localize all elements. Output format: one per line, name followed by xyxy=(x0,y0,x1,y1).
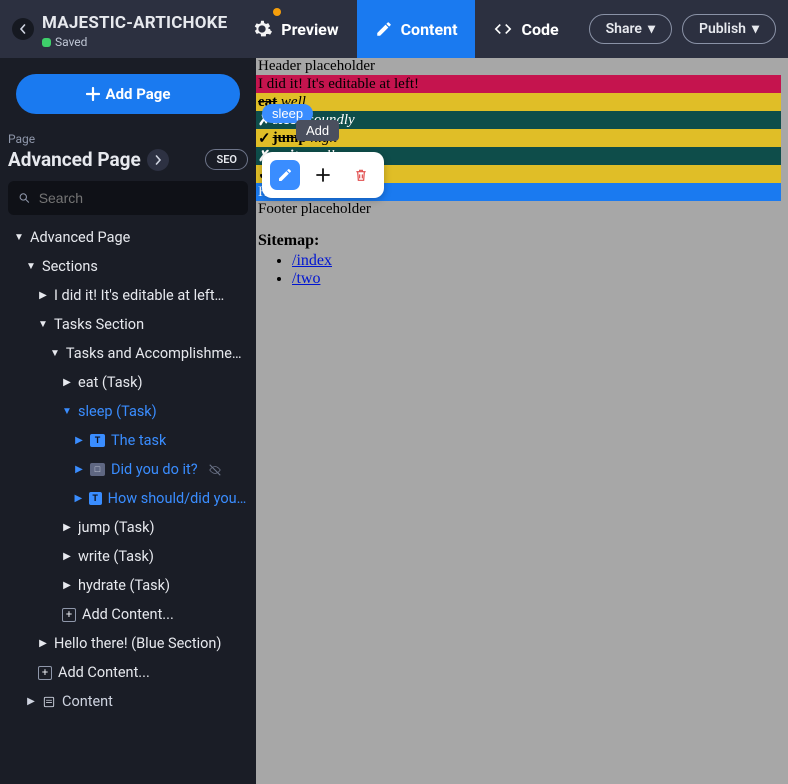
tree-node-sections[interactable]: ▼Sections xyxy=(0,252,256,281)
tree-node-eat[interactable]: ▶eat (Task) xyxy=(0,368,256,397)
project-info: MAJESTIC-ARTICHOKE Saved xyxy=(42,0,227,58)
page-title: Advanced Page xyxy=(8,148,141,171)
tree-node-how-should[interactable]: ▶THow should/did you do … xyxy=(0,484,256,513)
tree-add-content-inner[interactable]: +Add Content... xyxy=(0,600,256,629)
tree-node-didit[interactable]: ▶I did it! It's editable at left… xyxy=(0,281,256,310)
search-input[interactable] xyxy=(39,190,238,206)
tree-node-hello[interactable]: ▶Hello there! (Blue Section) xyxy=(0,629,256,658)
toolbar-delete-button[interactable] xyxy=(346,160,376,190)
share-button[interactable]: Share ▾ xyxy=(589,14,672,44)
tab-preview-label: Preview xyxy=(281,20,338,39)
chevron-right-icon xyxy=(153,155,163,165)
tab-content[interactable]: Content xyxy=(357,0,476,58)
tree-node-sleep[interactable]: ▼sleep (Task) xyxy=(0,397,256,426)
publish-label: Publish xyxy=(699,21,746,37)
canvas[interactable]: Header placeholder I did it! It's editab… xyxy=(256,58,788,784)
tree-node-tasks-acc[interactable]: ▼Tasks and Accomplishments xyxy=(0,339,256,368)
chevron-down-icon: ▾ xyxy=(752,21,759,37)
floating-toolbar xyxy=(262,152,384,198)
page-switcher[interactable] xyxy=(147,149,169,171)
chevron-down-icon: ▾ xyxy=(648,21,655,37)
tab-content-label: Content xyxy=(401,20,458,39)
page-section-label: Page xyxy=(8,132,256,146)
tab-preview[interactable]: Preview xyxy=(233,0,356,58)
text-field-icon: T xyxy=(89,492,102,505)
project-title: MAJESTIC-ARTICHOKE xyxy=(42,13,227,33)
tooltip-add: Add xyxy=(296,120,339,141)
view-tabs: Preview Content Code Share ▾ Publish ▾ xyxy=(233,0,788,58)
pencil-icon xyxy=(375,20,393,38)
hidden-icon xyxy=(208,463,222,477)
tree-node-root[interactable]: ▼Advanced Page xyxy=(0,223,256,252)
text-field-icon: T xyxy=(90,434,105,447)
tree-content-group[interactable]: ▶Content xyxy=(0,687,256,716)
plus-box-icon: + xyxy=(38,666,52,680)
content-icon xyxy=(42,695,56,709)
pencil-icon xyxy=(277,167,293,183)
saved-status: Saved xyxy=(55,35,87,49)
trash-icon xyxy=(353,167,369,183)
tab-code-label: Code xyxy=(521,20,558,39)
canvas-task-eat[interactable]: eat well xyxy=(256,93,781,111)
search-icon xyxy=(18,191,31,205)
tree-node-write[interactable]: ▶write (Task) xyxy=(0,542,256,571)
canvas-footer: Footer placeholder xyxy=(256,201,788,218)
plus-icon xyxy=(86,87,100,101)
sitemap: Sitemap: /index /two xyxy=(256,232,788,288)
canvas-line-didit[interactable]: I did it! It's editable at left! xyxy=(256,75,781,93)
gear-icon xyxy=(251,18,273,40)
notification-dot-icon xyxy=(273,8,281,16)
toolbar-edit-button[interactable] xyxy=(270,160,300,190)
sidebar: Add Page Page Advanced Page SEO ▼Advance… xyxy=(0,58,256,784)
saved-indicator-icon xyxy=(42,38,51,47)
search-field[interactable] xyxy=(8,181,248,215)
sitemap-link-index[interactable]: /index xyxy=(292,252,332,269)
share-label: Share xyxy=(606,21,642,37)
toolbar-add-button[interactable] xyxy=(308,160,338,190)
tree-node-the-task[interactable]: ▶TThe task xyxy=(0,426,256,455)
sitemap-link-two[interactable]: /two xyxy=(292,270,320,287)
tree-node-jump[interactable]: ▶jump (Task) xyxy=(0,513,256,542)
sitemap-label: Sitemap: xyxy=(258,232,319,249)
boolean-field-icon: □ xyxy=(90,463,105,476)
plus-box-icon: + xyxy=(62,608,76,622)
seo-button[interactable]: SEO xyxy=(205,149,248,170)
back-button[interactable] xyxy=(12,18,34,40)
code-icon xyxy=(493,19,513,39)
add-page-label: Add Page xyxy=(106,85,171,103)
add-page-button[interactable]: Add Page xyxy=(16,74,240,114)
canvas-header: Header placeholder xyxy=(256,58,788,75)
plus-icon xyxy=(315,167,331,183)
tab-code[interactable]: Code xyxy=(475,0,576,58)
tree-node-tasks-section[interactable]: ▼Tasks Section xyxy=(0,310,256,339)
chevron-left-icon xyxy=(18,24,28,34)
publish-button[interactable]: Publish ▾ xyxy=(682,14,776,44)
tree-node-did-you[interactable]: ▶□Did you do it? xyxy=(0,455,256,484)
page-tree: ▼Advanced Page ▼Sections ▶I did it! It's… xyxy=(0,223,256,784)
tree-add-content-outer[interactable]: +Add Content... xyxy=(0,658,256,687)
tree-node-hydrate[interactable]: ▶hydrate (Task) xyxy=(0,571,256,600)
topbar: MAJESTIC-ARTICHOKE Saved Preview Content… xyxy=(0,0,788,58)
